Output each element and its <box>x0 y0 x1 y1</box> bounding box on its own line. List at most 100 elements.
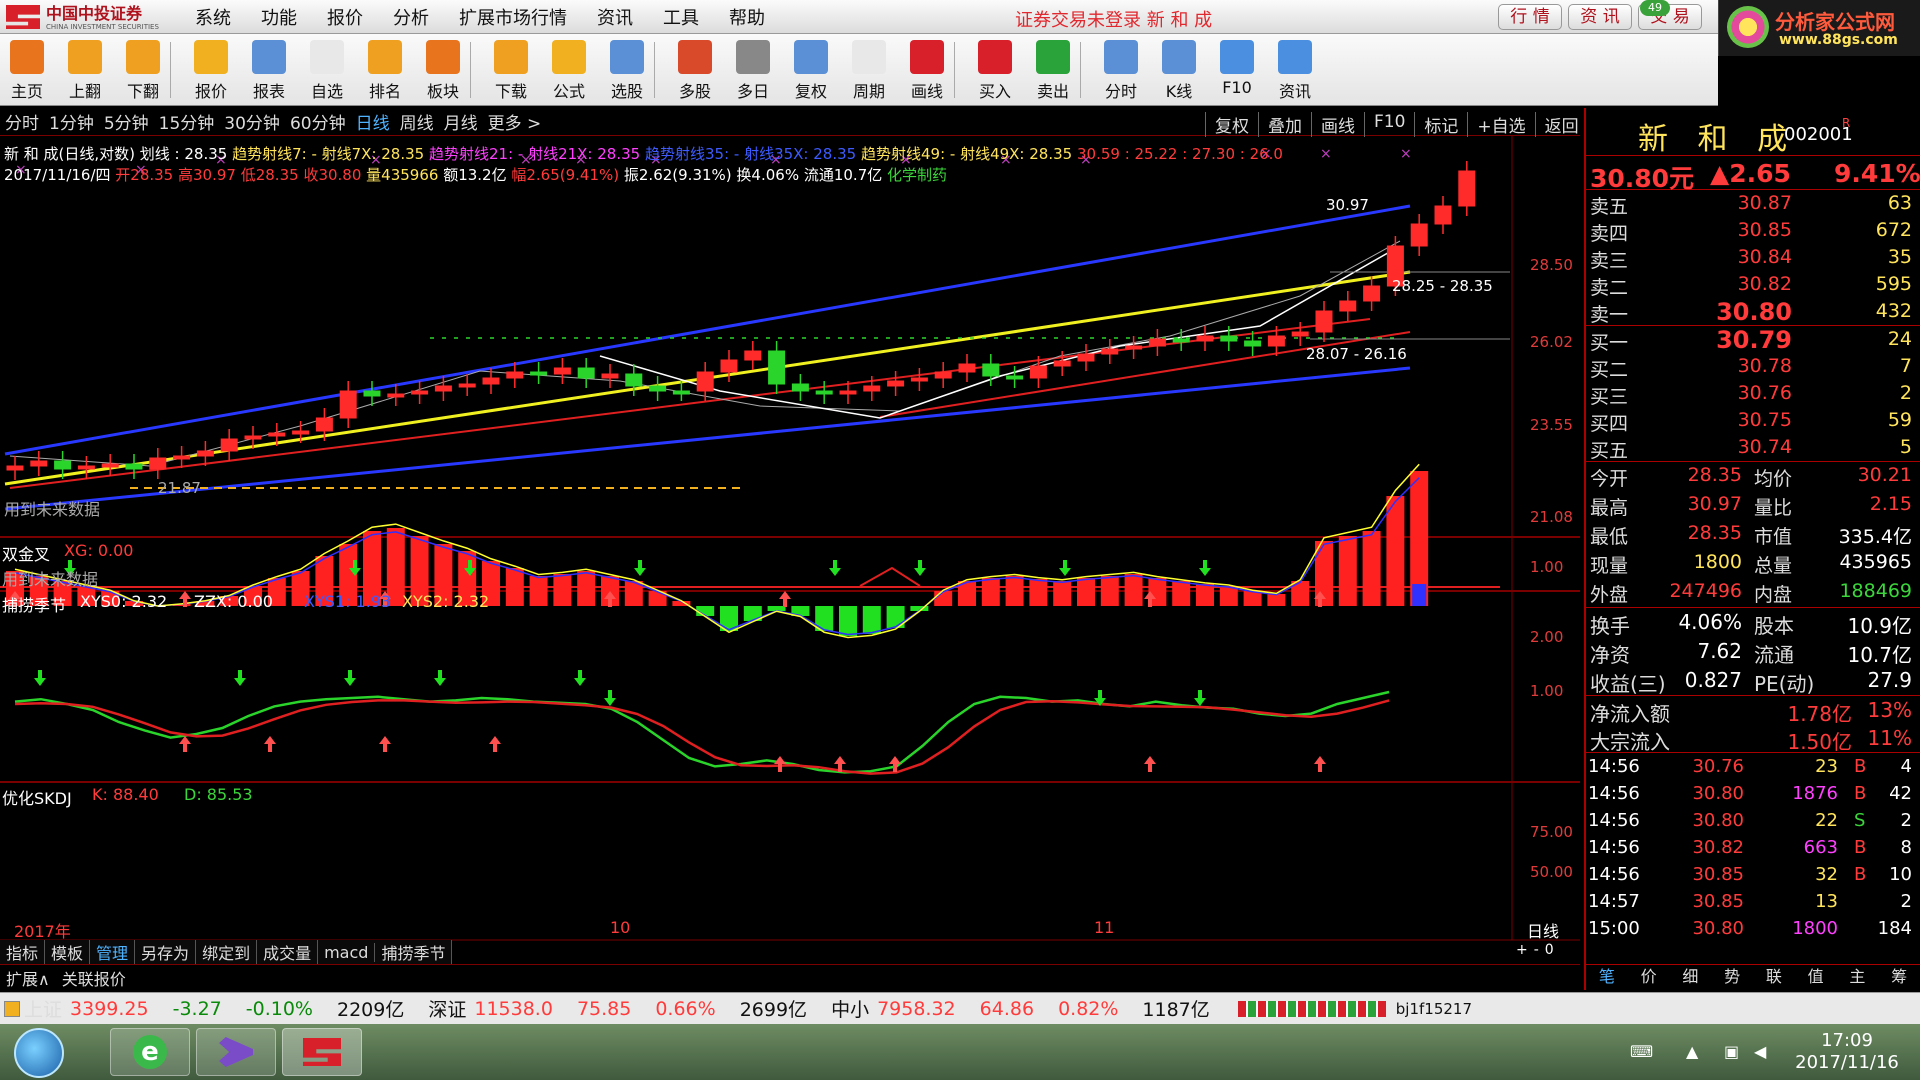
timeframe-tab[interactable]: 月线 <box>439 109 483 134</box>
menu-item[interactable]: 报价 <box>312 4 378 30</box>
上翻-toolbar-button[interactable]: 上翻 <box>60 40 110 102</box>
side-tab[interactable]: 价 <box>1628 965 1670 990</box>
chart-button[interactable]: 画线 <box>1311 112 1364 137</box>
indicator-tab[interactable]: 捕捞季节 <box>375 940 453 964</box>
indicator-tab[interactable]: macd <box>318 942 376 962</box>
排名-toolbar-button[interactable]: 排名 <box>360 40 410 102</box>
周期-toolbar-button[interactable]: 周期 <box>844 40 894 102</box>
side-tab[interactable]: 联 <box>1753 965 1795 990</box>
menu-item[interactable]: 扩展市场行情 <box>444 4 582 30</box>
fin-label: 股本 <box>1754 614 1794 638</box>
zoom-button[interactable]: + <box>1516 942 1534 958</box>
pick-icon <box>610 40 644 74</box>
indicator-tab[interactable]: 管理 <box>90 940 136 964</box>
公式-toolbar-button[interactable]: 公式 <box>544 40 594 102</box>
download-icon <box>494 40 528 74</box>
volume-icon[interactable]: ◀ <box>1754 1042 1766 1061</box>
level-price: 30.76 <box>1737 382 1792 404</box>
买入-toolbar-button[interactable]: 买入 <box>970 40 1020 102</box>
broker-taskbar-icon[interactable] <box>282 1028 362 1076</box>
下翻-toolbar-button[interactable]: 下翻 <box>118 40 168 102</box>
stat-value: 435965 <box>1839 551 1912 573</box>
kline-chart-area[interactable]: × × × × × × × × × × × × × × <box>0 136 1580 944</box>
chart-button[interactable]: F10 <box>1364 112 1414 137</box>
candle-body <box>720 359 738 373</box>
多日-toolbar-button[interactable]: 多日 <box>728 40 778 102</box>
chart-button[interactable]: 叠加 <box>1258 112 1311 137</box>
下载-toolbar-button[interactable]: 下载 <box>486 40 536 102</box>
多股-toolbar-button[interactable]: 多股 <box>670 40 720 102</box>
timeframe-tab[interactable]: 分时 <box>0 109 44 134</box>
复权-toolbar-button[interactable]: 复权 <box>786 40 836 102</box>
timeframe-tab[interactable]: 1分钟 <box>44 109 99 134</box>
板块-toolbar-button[interactable]: 板块 <box>418 40 468 102</box>
system-clock[interactable]: 17:09 2017/11/16 <box>1772 1030 1920 1074</box>
zoom-controls[interactable]: +-0 <box>1516 942 1560 958</box>
vs-taskbar-icon[interactable] <box>196 1028 276 1076</box>
network-icon[interactable]: ▣ <box>1724 1042 1739 1061</box>
kline-chart-svg[interactable]: × × × × × × × × × × × ×× × <box>0 136 1580 944</box>
sz-index-name[interactable]: 深证 <box>428 995 466 1022</box>
extension-tab[interactable]: 关联报价 <box>56 966 132 990</box>
mode-tab[interactable]: 行 情 <box>1498 4 1562 30</box>
side-tab[interactable]: 筹 <box>1878 965 1920 990</box>
分时-toolbar-button[interactable]: 分时 <box>1096 40 1146 102</box>
tray-expand-icon[interactable]: ▲ <box>1686 1042 1698 1061</box>
timeframe-tab[interactable]: 60分钟 <box>285 109 351 134</box>
candle-body <box>601 373 619 379</box>
zoom-button[interactable]: 0 <box>1545 942 1560 958</box>
ie-taskbar-icon[interactable]: e <box>110 1028 190 1076</box>
toolbar-separator <box>1080 42 1081 98</box>
keyboard-icon[interactable]: ⌨ <box>1630 1042 1653 1061</box>
选股-toolbar-button[interactable]: 选股 <box>602 40 652 102</box>
timeframe-tab[interactable]: 更多 > <box>483 109 547 134</box>
side-tab[interactable]: 主 <box>1837 965 1879 990</box>
blocks-icon <box>426 40 460 74</box>
indicator-tab[interactable]: 指标 <box>0 940 46 964</box>
histogram-bar <box>1005 576 1024 606</box>
chart-button[interactable]: 返回 <box>1534 112 1588 137</box>
sh-index-name[interactable]: 上证 <box>24 995 62 1022</box>
ad-banner[interactable]: 分析家公式网 www.88gs.com <box>1718 0 1920 56</box>
menu-item[interactable]: 功能 <box>246 4 312 30</box>
indicator-tab[interactable]: 绑定到 <box>196 940 258 964</box>
资讯-toolbar-button[interactable]: 资讯 <box>1270 40 1320 102</box>
side-tab[interactable]: 细 <box>1670 965 1712 990</box>
message-count-badge[interactable]: 49 <box>1640 0 1670 16</box>
side-tab[interactable]: 值 <box>1795 965 1837 990</box>
卖出-toolbar-button[interactable]: 卖出 <box>1028 40 1078 102</box>
start-button-icon[interactable] <box>14 1028 64 1078</box>
mode-tab[interactable]: 资 讯 <box>1568 4 1632 30</box>
menu-item[interactable]: 帮助 <box>714 4 780 30</box>
side-tab[interactable]: 势 <box>1711 965 1753 990</box>
timeframe-tab[interactable]: 周线 <box>395 109 439 134</box>
menu-item[interactable]: 资讯 <box>582 4 648 30</box>
timeframe-tab[interactable]: 30分钟 <box>219 109 285 134</box>
zx-index-name[interactable]: 中小 <box>831 995 869 1022</box>
menu-item[interactable]: 系统 <box>180 4 246 30</box>
chart-button[interactable]: 复权 <box>1205 112 1258 137</box>
indicator-tab[interactable]: 成交量 <box>257 940 319 964</box>
kline-icon <box>1162 40 1196 74</box>
indicator-tab[interactable]: 模板 <box>45 940 91 964</box>
extension-tab[interactable]: 扩展∧ <box>0 966 56 990</box>
K线-toolbar-button[interactable]: K线 <box>1154 40 1204 102</box>
candle-body <box>1434 205 1452 225</box>
自选-toolbar-button[interactable]: 自选 <box>302 40 352 102</box>
主页-toolbar-button[interactable]: 主页 <box>2 40 52 102</box>
timeframe-tab[interactable]: 5分钟 <box>99 109 154 134</box>
F10-toolbar-button[interactable]: F10 <box>1212 40 1262 97</box>
画线-toolbar-button[interactable]: 画线 <box>902 40 952 102</box>
chart-button[interactable]: +自选 <box>1467 112 1534 137</box>
indicator-tab[interactable]: 另存为 <box>135 940 197 964</box>
chart-button[interactable]: 标记 <box>1414 112 1467 137</box>
timeframe-tab[interactable]: 15分钟 <box>154 109 220 134</box>
报价-toolbar-button[interactable]: 报价 <box>186 40 236 102</box>
side-tab[interactable]: 笔 <box>1586 965 1628 990</box>
menu-item[interactable]: 分析 <box>378 4 444 30</box>
zoom-button[interactable]: - <box>1534 942 1545 958</box>
timeframe-tab[interactable]: 日线 <box>351 109 395 134</box>
报表-toolbar-button[interactable]: 报表 <box>244 40 294 102</box>
ohlc-info-line: 2017/11/16/四 开28.35 高30.97 低28.35 收30.80… <box>4 164 947 185</box>
menu-item[interactable]: 工具 <box>648 4 714 30</box>
